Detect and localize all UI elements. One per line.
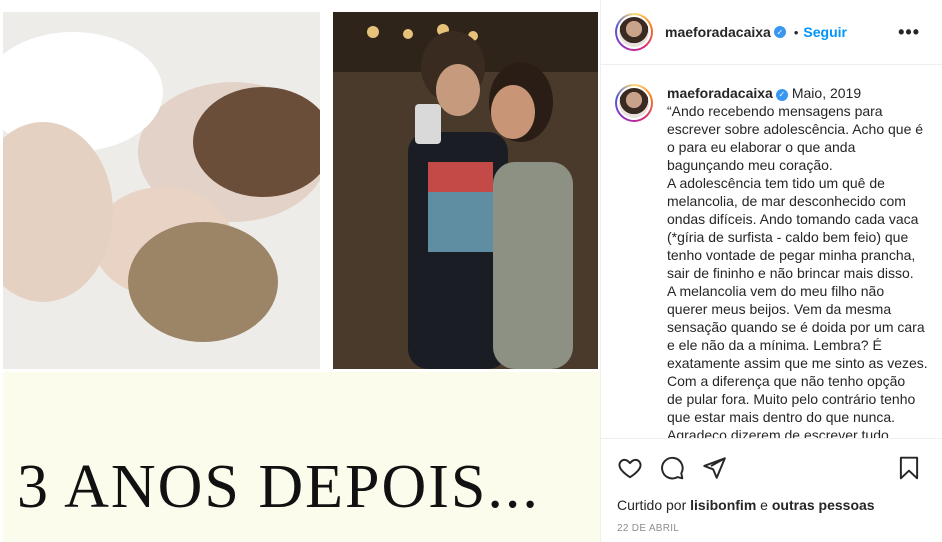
separator-dot: • xyxy=(793,24,799,40)
comment-line: ondas difíceis. Ando tomando cada vaca xyxy=(667,211,919,227)
more-icon[interactable]: ••• xyxy=(898,22,920,43)
comment-line: (*gíria de surfista - caldo bem feio) qu… xyxy=(667,229,909,245)
comment-line: querer meus beijos. Vem da mesma xyxy=(667,301,892,317)
photo-illustration-right xyxy=(333,12,598,369)
comment-line: escrever sobre adolescência. Acho que é xyxy=(667,121,924,137)
comment-line: tenho vontade de pegar minha prancha, xyxy=(667,247,916,263)
avatar-image xyxy=(619,17,649,47)
header-username[interactable]: maeforadacaixa xyxy=(665,24,771,40)
comment-body: maeforadacaixa ✓ Maio, 2019 “Ando recebend… xyxy=(667,84,928,438)
comment-date: Maio, 2019 xyxy=(791,85,862,101)
post-timestamp[interactable]: 22 DE ABRIL xyxy=(617,523,679,534)
comment-avatar[interactable] xyxy=(615,84,653,122)
comment-text: “Ando recebendo mensagens para escrever … xyxy=(667,102,928,438)
follow-button[interactable]: Seguir xyxy=(803,24,847,40)
comment-line: “Ando recebendo mensagens para xyxy=(667,103,883,119)
likes-others[interactable]: outras pessoas xyxy=(772,497,875,513)
avatar[interactable] xyxy=(615,13,653,51)
comment-line: de pular fora. Muito pelo contrário tenh… xyxy=(667,391,916,407)
likes-summary: Curtido por lisibonfim e outras pessoas xyxy=(617,497,875,513)
comment-line: que estar mais dentro do que nunca. xyxy=(667,409,896,425)
comment-line: o para eu elaborar o que anda xyxy=(667,139,856,155)
caption-comment-area[interactable]: maeforadacaixa ✓ Maio, 2019 “Ando recebend… xyxy=(601,66,942,438)
post-sidebar: maeforadacaixa ✓ • Seguir ••• maeforadac… xyxy=(600,0,942,542)
photo-illustration-left xyxy=(3,12,320,369)
bookmark-icon[interactable] xyxy=(896,455,922,481)
verified-icon: ✓ xyxy=(773,26,786,38)
comment-username[interactable]: maeforadacaixa xyxy=(667,85,773,101)
comment-line: Com a diferença que não tenho opção xyxy=(667,373,906,389)
photo-couple-lying xyxy=(3,12,320,369)
caption-text: 3 ANOS DEPOIS... xyxy=(17,453,540,521)
comment-line: sensação quando se é doida por um cara xyxy=(667,319,925,335)
comment-line: A melancolia vem do meu filho não xyxy=(667,283,885,299)
likes-prefix: Curtido por xyxy=(617,497,687,513)
comment-line: A adolescência tem tido um quê de xyxy=(667,175,885,191)
post-header: maeforadacaixa ✓ • Seguir ••• xyxy=(601,0,942,65)
comment-icon[interactable] xyxy=(659,455,685,481)
comment-line: bagunçando meu coração. xyxy=(667,157,833,173)
comment-line: e ele não da a mínima. Lembra? É xyxy=(667,337,882,353)
heart-icon[interactable] xyxy=(617,455,643,481)
comment-verified-icon: ✓ xyxy=(775,89,788,101)
share-icon[interactable] xyxy=(701,455,727,481)
comment-line: Agradeço dizerem de escrever tudo xyxy=(667,427,889,438)
photo-mirror-selfie xyxy=(333,12,598,369)
comment-line: exatamente assim que me sinto as vezes. xyxy=(667,355,928,371)
action-icons xyxy=(617,455,727,481)
post-actions: Curtido por lisibonfim e outras pessoas … xyxy=(601,438,942,542)
comment-head: maeforadacaixa ✓ Maio, 2019 xyxy=(667,84,923,102)
comment-avatar-image xyxy=(619,88,649,118)
caption-banner: 3 ANOS DEPOIS... xyxy=(3,372,600,542)
comment-line: sair de fininho e não brincar mais disso… xyxy=(667,265,914,281)
likes-joiner: e xyxy=(760,497,768,513)
likes-user[interactable]: lisibonfim xyxy=(690,497,756,513)
comment-line: melancolia, de mar desconhecido com xyxy=(667,193,906,209)
post-media[interactable]: 3 ANOS DEPOIS... xyxy=(0,0,600,542)
comment-row: maeforadacaixa ✓ Maio, 2019 “Ando recebend… xyxy=(615,84,928,438)
